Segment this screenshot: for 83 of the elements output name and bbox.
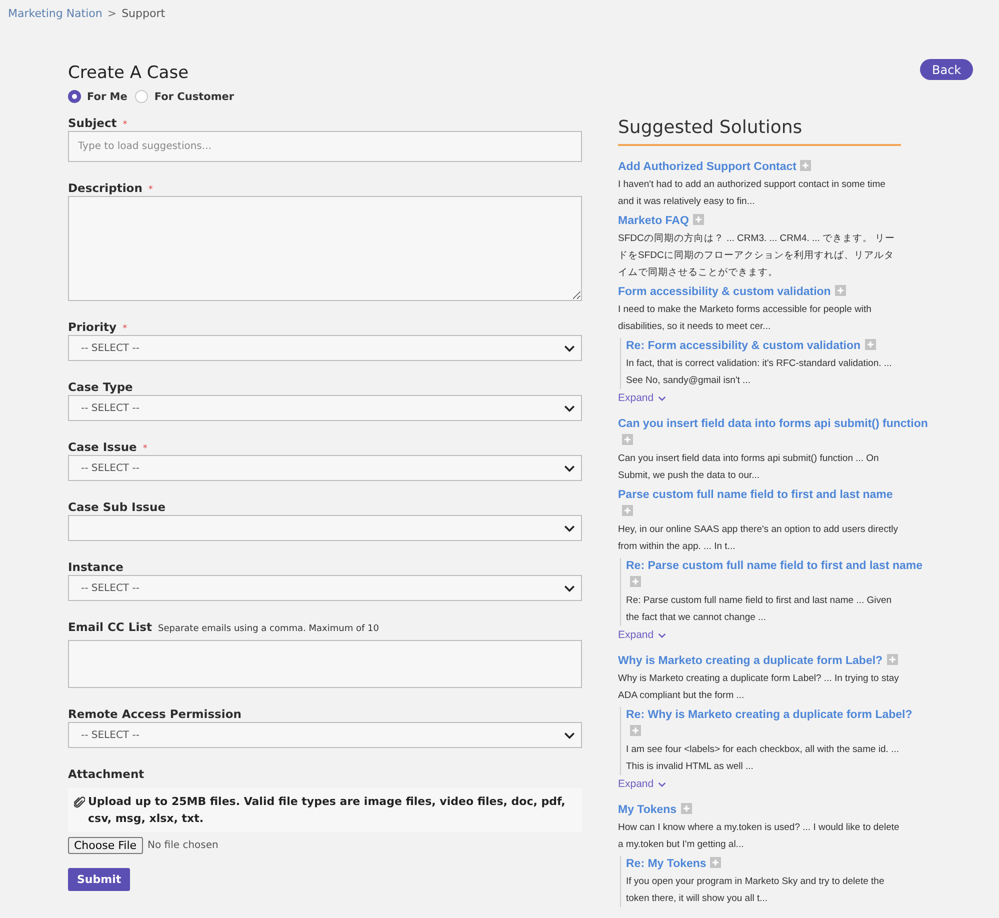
result-snippet: SFDCの同期の方向は？ ... CRM3. ... CRM4. ... できます。 リードをSFDCに同期のフローアクションを利用すれば、リアルタイムで同期させることができます。: [618, 232, 896, 280]
result-link[interactable]: Parse custom full name field to first and last name: [618, 489, 893, 501]
text-area[interactable]: [68, 196, 582, 301]
result-snippet: I need to make the Marketo forms accessible for people with disabilities, so it needs to meet cer...: [618, 303, 872, 334]
result-snippet: I haven't had to add an authorized support contact in some time and it was relatively easy to fin...: [618, 178, 886, 209]
reply-link[interactable]: Re: Parse custom full name field to first and last name: [626, 560, 923, 572]
plus-icon[interactable]: [834, 285, 846, 296]
plus-icon[interactable]: [864, 339, 876, 350]
choose-file-button[interactable]: Choose File: [68, 837, 143, 854]
select-field[interactable]: -- SELECT --: [68, 335, 582, 361]
file-status: No file chosen: [148, 840, 218, 851]
back-button[interactable]: Back: [920, 59, 974, 80]
chevron-down-icon: [564, 344, 575, 352]
required-mark: *: [122, 119, 128, 132]
field-label: Description: [68, 181, 142, 196]
expand-link[interactable]: Expand: [618, 629, 666, 641]
expand-link[interactable]: Expand: [618, 392, 666, 404]
subject-field[interactable]: Type to load suggestions...: [68, 131, 582, 162]
plus-icon[interactable]: [680, 803, 692, 814]
chevron-down-icon: [564, 732, 575, 738]
result-snippet: Can you insert field data into forms api submit() function ... On Submit, we push the data to our...: [618, 452, 880, 483]
radio-button[interactable]: [68, 90, 81, 103]
field-label: Attachment: [68, 767, 146, 782]
plus-icon[interactable]: [622, 434, 633, 445]
plus-icon[interactable]: [692, 214, 704, 225]
result-link[interactable]: Marketo FAQ: [618, 215, 689, 227]
reply-link[interactable]: Re: My Tokens: [626, 858, 706, 870]
result-link[interactable]: Add Authorized Support Contact: [618, 161, 796, 173]
select-field[interactable]: -- SELECT --: [68, 455, 582, 481]
result-snippet: How can I know where a my.token is used? ... I would like to delete a my.token but I'm getting al...: [618, 821, 900, 852]
field-label: Remote Access Permission: [68, 707, 242, 722]
field-label: Case Sub Issue: [68, 500, 166, 515]
radio-option[interactable]: For Me: [68, 90, 128, 103]
radio-option[interactable]: For Customer: [135, 90, 234, 103]
expand-link[interactable]: Expand: [618, 778, 666, 790]
submit-button[interactable]: Submit: [68, 868, 130, 891]
result-link[interactable]: My Tokens: [618, 804, 677, 816]
field-label: Instance: [68, 560, 124, 575]
chevron-down-icon: [658, 632, 666, 638]
page-title: Create A Case: [68, 63, 190, 83]
result-snippet: Why is Marketo creating a duplicate form Label? ... In trying to stay ADA compliant but the form ...: [618, 672, 900, 703]
plus-icon[interactable]: [710, 857, 722, 868]
chevron-down-icon: [564, 404, 575, 412]
plus-icon[interactable]: [886, 654, 898, 665]
select-field[interactable]: -- SELECT --: [68, 395, 582, 421]
chevron-down-icon: [564, 464, 575, 472]
chevron-down-icon: [658, 782, 666, 786]
result-link[interactable]: Form accessibility & custom validation: [618, 286, 831, 298]
section-title: Suggested Solutions: [618, 117, 901, 146]
result-snippet: In fact, that is correct validation: it's RFC-standard validation. ... See No, sandy@gmail isn't ...: [626, 357, 893, 388]
breadcrumb-link[interactable]: Marketing Nation: [8, 7, 102, 20]
field-label: Case Issue: [68, 440, 137, 455]
breadcrumb-separator: >: [107, 7, 117, 20]
result-link[interactable]: Can you insert field data into forms api submit() function: [618, 418, 928, 430]
plus-icon[interactable]: [630, 576, 641, 587]
upload-note: Upload up to 25MB files. Valid file types are image files, video files, doc, pdf, csv, msg, xlsx, txt.: [88, 794, 566, 827]
field-label: Case Type: [68, 380, 133, 395]
result-link[interactable]: Why is Marketo creating a duplicate form Label?: [618, 655, 883, 667]
required-mark: *: [122, 323, 128, 336]
chevron-down-icon: [564, 584, 575, 592]
result-snippet: I am see four <labels> for each checkbox, all with the same id. ... This is invalid HTML as well ...: [626, 743, 900, 774]
breadcrumb-current: Support: [122, 7, 166, 20]
field-hint: Separate emails using a comma. Maximum of 10: [158, 623, 379, 636]
field-label: Priority: [68, 320, 117, 335]
reply-link[interactable]: Re: Why is Marketo creating a duplicate form Label?: [626, 709, 912, 721]
plus-icon[interactable]: [800, 160, 812, 171]
result-snippet: Hey, in our online SAAS app there's an option to add users directly from within the app. ... In t...: [618, 523, 899, 554]
text-area[interactable]: [68, 640, 582, 688]
result-snippet: Re: Parse custom full name field to first and last name ... Given the fact that we cannot change ...: [626, 594, 893, 625]
chevron-down-icon: [564, 524, 575, 532]
chevron-down-icon: [658, 396, 666, 400]
result-snippet: If you open your program in Marketo Sky and try to delete the token there, it will show you all t...: [626, 875, 886, 906]
plus-icon[interactable]: [630, 725, 641, 736]
field-label: Subject: [68, 116, 117, 131]
required-mark: *: [142, 443, 148, 456]
reply-link[interactable]: Re: Form accessibility & custom validation: [626, 340, 861, 352]
required-mark: *: [148, 184, 153, 197]
paperclip-icon: [74, 795, 85, 808]
select-field[interactable]: [68, 515, 582, 541]
select-field[interactable]: -- SELECT --: [68, 575, 582, 601]
plus-icon[interactable]: [622, 505, 633, 516]
field-label: Email CC List: [68, 620, 152, 635]
select-field[interactable]: -- SELECT --: [68, 722, 582, 748]
